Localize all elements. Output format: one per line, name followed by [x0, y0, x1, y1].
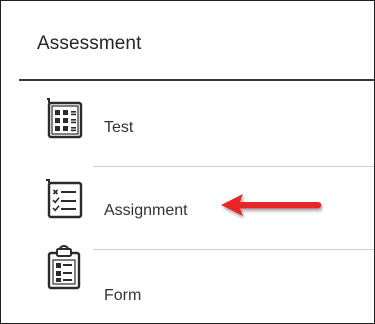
- checklist-icon: [41, 177, 87, 223]
- panel-title: Assessment: [37, 33, 142, 54]
- title-divider: [19, 79, 374, 81]
- menu-item-form-label: Form: [104, 287, 142, 304]
- menu-item-test-label: Test: [104, 119, 134, 136]
- clipboard-form-icon: [41, 244, 87, 290]
- test-grid-icon: [41, 97, 87, 143]
- assessment-panel: Assessment Test Assignment Form: [0, 0, 375, 324]
- menu-item-test[interactable]: Test: [1, 93, 374, 165]
- menu-item-form[interactable]: Form: [1, 245, 374, 322]
- red-arrow-icon: [219, 193, 323, 219]
- menu-item-assignment-label: Assignment: [104, 202, 188, 219]
